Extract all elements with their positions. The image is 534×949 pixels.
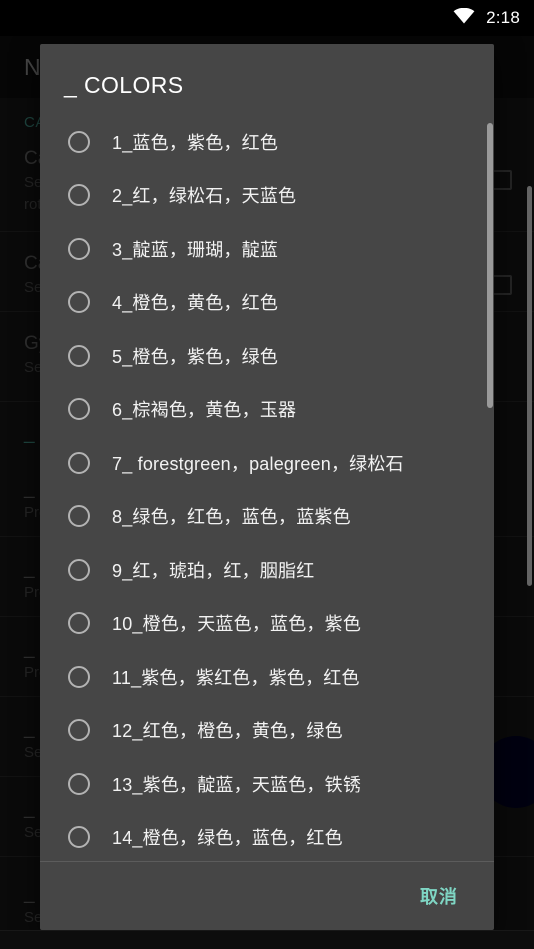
dialog-option-label: 1_蓝色，紫色，红色 — [112, 132, 279, 153]
radio-button-icon[interactable] — [68, 826, 90, 849]
dialog-option-label: 7_ forestgreen，palegreen，绿松石 — [112, 453, 404, 474]
dialog-option-label: 14_橙色，绿色，蓝色，红色 — [112, 828, 343, 849]
dialog-action-bar: 取消 — [40, 862, 494, 930]
radio-button-icon[interactable] — [68, 665, 90, 688]
dialog-option-label: 2_红，绿松石，天蓝色 — [112, 186, 297, 207]
dialog-option-row[interactable]: 4_橙色，黄色，红色 — [40, 276, 494, 330]
dialog-option-label: 11_紫色，紫红色，紫色，红色 — [112, 667, 360, 688]
dialog-option-label: 13_紫色，靛蓝，天蓝色，铁锈 — [112, 774, 362, 795]
screen: 2:18 NE CA CaSetrotaCaSetGySet_ N_ CPre_… — [0, 0, 534, 949]
radio-button-icon[interactable] — [68, 558, 90, 581]
dialog-option-row[interactable]: 1_蓝色，紫色，红色 — [40, 115, 494, 169]
dialog-option-label: 4_橙色，黄色，红色 — [112, 293, 279, 314]
dialog-option-row[interactable]: 8_绿色，红色，蓝色，蓝紫色 — [40, 490, 494, 544]
dialog-option-label: 12_红色，橙色，黄色，绿色 — [112, 721, 343, 742]
radio-button-icon[interactable] — [68, 344, 90, 367]
radio-button-icon[interactable] — [68, 719, 90, 742]
radio-button-icon[interactable] — [68, 398, 90, 421]
status-bar: 2:18 — [0, 0, 534, 36]
radio-button-icon[interactable] — [68, 772, 90, 795]
dialog-option-row[interactable]: 2_红，绿松石，天蓝色 — [40, 169, 494, 223]
radio-button-icon[interactable] — [68, 184, 90, 207]
dialog-option-row[interactable]: 10_橙色，天蓝色，蓝色，紫色 — [40, 597, 494, 651]
dialog-option-row[interactable]: 12_红色，橙色，黄色，绿色 — [40, 704, 494, 758]
dialog-option-label: 3_靛蓝，珊瑚，靛蓝 — [112, 239, 279, 260]
radio-button-icon[interactable] — [68, 505, 90, 528]
dialog-option-row[interactable]: 9_红，琥珀，红，胭脂红 — [40, 543, 494, 597]
wifi-icon — [453, 7, 475, 29]
dialog-option-label: 10_橙色，天蓝色，蓝色，紫色 — [112, 614, 362, 635]
radio-button-icon[interactable] — [68, 237, 90, 260]
radio-button-icon[interactable] — [68, 130, 90, 153]
dialog-option-row[interactable]: 11_紫色，紫红色，紫色，红色 — [40, 650, 494, 704]
dialog-title: _ COLORS — [64, 72, 184, 98]
dialog-list-scrollbar[interactable] — [487, 123, 493, 408]
dialog-option-row[interactable]: 7_ forestgreen，palegreen，绿松石 — [40, 436, 494, 490]
dialog-option-list-inner: 1_蓝色，紫色，红色 2_红，绿松石，天蓝色 3_靛蓝，珊瑚，靛蓝 4_橙色，黄色，红… — [40, 115, 494, 861]
dialog-option-row[interactable]: 14_橙色，绿色，蓝色，红色 — [40, 811, 494, 862]
radio-button-icon[interactable] — [68, 612, 90, 635]
bottom-strip — [0, 930, 534, 949]
dialog-option-list[interactable]: 1_蓝色，紫色，红色 2_红，绿松石，天蓝色 3_靛蓝，珊瑚，靛蓝 4_橙色，黄色，红… — [40, 115, 494, 861]
dialog-option-row[interactable]: 13_紫色，靛蓝，天蓝色，铁锈 — [40, 757, 494, 811]
radio-button-icon[interactable] — [68, 451, 90, 474]
dialog-option-label: 6_棕褐色，黄色，玉器 — [112, 400, 297, 421]
dialog-option-label: 8_绿色，红色，蓝色，蓝紫色 — [112, 507, 351, 528]
status-bar-clock: 2:18 — [486, 8, 520, 27]
dialog-option-label: 5_橙色，紫色，绿色 — [112, 346, 279, 367]
dialog-option-row[interactable]: 3_靛蓝，珊瑚，靛蓝 — [40, 222, 494, 276]
cancel-button[interactable]: 取消 — [410, 875, 468, 917]
radio-button-icon[interactable] — [68, 291, 90, 314]
colors-dialog: _ COLORS 1_蓝色，紫色，红色 2_红，绿松石，天蓝色 3_靛蓝，珊瑚，靛蓝… — [40, 44, 494, 930]
dialog-option-row[interactable]: 5_橙色，紫色，绿色 — [40, 329, 494, 383]
dialog-option-row[interactable]: 6_棕褐色，黄色，玉器 — [40, 383, 494, 437]
dialog-option-label: 9_红，琥珀，红，胭脂红 — [112, 560, 315, 581]
